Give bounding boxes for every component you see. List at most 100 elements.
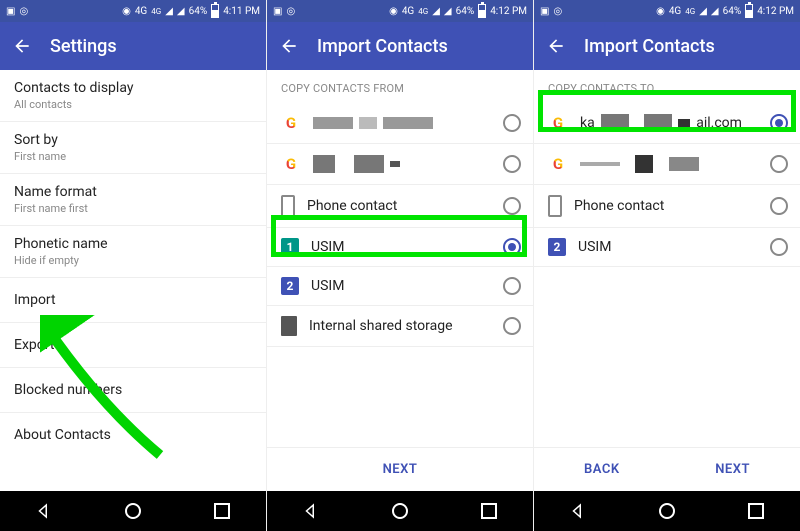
sim-icon: 1: [281, 238, 299, 256]
status-bar: ▣ ◎ ◉ 4G 4G ◢ ◢ 64% 4:12 PM: [534, 0, 800, 22]
phone-screen-1: ▣ ◎ ◉ 4G 4G ◢ ◢ 64% 4:11 PM Set: [0, 0, 266, 531]
nav-bar: [0, 491, 266, 531]
battery-icon: [478, 4, 486, 18]
option-label: Internal shared storage: [309, 318, 491, 334]
phone-screen-3: ▣ ◎ ◉ 4G 4G ◢ ◢ 64% 4:12 PM Imp: [533, 0, 800, 531]
option-label: [580, 155, 758, 173]
phone-icon: [281, 195, 295, 217]
radio-icon[interactable]: [770, 197, 788, 215]
option-label: USIM: [578, 239, 758, 255]
back-icon[interactable]: [12, 36, 32, 56]
picture-icon: ▣: [273, 6, 282, 17]
battery-icon: [745, 4, 753, 18]
signal-icon: ◢: [165, 6, 173, 17]
settings-row-export[interactable]: Export: [0, 323, 266, 368]
radio-icon[interactable]: [503, 114, 521, 132]
back-icon[interactable]: [546, 36, 566, 56]
clock: 4:12 PM: [490, 6, 527, 17]
radio-icon[interactable]: [503, 317, 521, 335]
phone-screen-2: ▣ ◎ ◉ 4G 4G ◢ ◢ 64% 4:12 PM Imp: [266, 0, 533, 531]
status-bar: ▣ ◎ ◉ 4G 4G ◢ ◢ 64% 4:11 PM: [0, 0, 266, 22]
page-title: Import Contacts: [317, 36, 448, 57]
phone-icon: [548, 195, 562, 217]
radio-icon[interactable]: [503, 238, 521, 256]
picture-icon: ▣: [6, 6, 15, 17]
option-phone-contact[interactable]: Phone contact: [267, 185, 533, 228]
section-header: COPY CONTACTS TO: [534, 70, 800, 103]
network-label: 4G: [402, 6, 414, 17]
app-bar: Import Contacts: [267, 22, 533, 70]
nav-back-icon[interactable]: [567, 500, 589, 522]
nav-home-icon[interactable]: [389, 500, 411, 522]
settings-row-phonetic-name[interactable]: Phonetic name Hide if empty: [0, 226, 266, 278]
picture-icon: ▣: [540, 6, 549, 17]
next-button[interactable]: NEXT: [695, 452, 770, 487]
option-internal-storage[interactable]: Internal shared storage: [267, 306, 533, 347]
clock: 4:12 PM: [757, 6, 794, 17]
nav-recent-icon[interactable]: [211, 500, 233, 522]
nav-home-icon[interactable]: [122, 500, 144, 522]
battery-percent: 64%: [723, 6, 742, 17]
option-label: [313, 117, 491, 129]
option-google-account-2[interactable]: G: [267, 144, 533, 185]
hd-label: 4G: [151, 7, 161, 16]
option-google-account-1[interactable]: G ka ail.com: [534, 103, 800, 144]
radio-icon[interactable]: [770, 155, 788, 173]
settings-row-contacts-display[interactable]: Contacts to display All contacts: [0, 70, 266, 122]
network-label: 4G: [135, 6, 147, 17]
back-icon[interactable]: [279, 36, 299, 56]
bottom-bar: BACK NEXT: [534, 447, 800, 491]
nav-recent-icon[interactable]: [745, 500, 767, 522]
app-icon: ◎: [553, 6, 562, 17]
hotspot-icon: ◉: [122, 6, 131, 17]
option-label: [313, 155, 491, 173]
nav-home-icon[interactable]: [656, 500, 678, 522]
radio-icon[interactable]: [770, 114, 788, 132]
app-bar: Settings: [0, 22, 266, 70]
option-google-account-2[interactable]: G: [534, 144, 800, 185]
app-icon: ◎: [19, 6, 28, 17]
option-label: ka ail.com: [580, 114, 758, 132]
settings-row-name-format[interactable]: Name format First name first: [0, 174, 266, 226]
option-usim-2[interactable]: 2 USIM: [267, 267, 533, 306]
option-phone-contact[interactable]: Phone contact: [534, 185, 800, 228]
signal-icon: ◢: [444, 6, 452, 17]
radio-icon[interactable]: [503, 155, 521, 173]
option-google-account-1[interactable]: G: [267, 103, 533, 144]
option-label: Phone contact: [307, 198, 491, 214]
battery-percent: 64%: [189, 6, 208, 17]
google-icon: G: [548, 154, 568, 174]
option-label: Phone contact: [574, 198, 758, 214]
back-button[interactable]: BACK: [564, 452, 640, 487]
signal-icon: ◢: [177, 6, 185, 17]
hd-label: 4G: [685, 7, 695, 16]
google-icon: G: [281, 154, 301, 174]
page-title: Settings: [50, 36, 117, 57]
nav-bar: [534, 491, 800, 531]
network-label: 4G: [669, 6, 681, 17]
settings-row-blocked-numbers[interactable]: Blocked numbers: [0, 368, 266, 413]
app-bar: Import Contacts: [534, 22, 800, 70]
option-label: USIM: [311, 239, 491, 255]
signal-icon: ◢: [699, 6, 707, 17]
settings-row-sort-by[interactable]: Sort by First name: [0, 122, 266, 174]
radio-icon[interactable]: [503, 197, 521, 215]
nav-bar: [267, 491, 533, 531]
section-header: COPY CONTACTS FROM: [267, 70, 533, 103]
settings-row-import[interactable]: Import: [0, 278, 266, 323]
hotspot-icon: ◉: [389, 6, 398, 17]
settings-row-about-contacts[interactable]: About Contacts: [0, 413, 266, 457]
nav-back-icon[interactable]: [300, 500, 322, 522]
radio-icon[interactable]: [770, 238, 788, 256]
radio-icon[interactable]: [503, 277, 521, 295]
option-usim[interactable]: 2 USIM: [534, 228, 800, 267]
sim-icon: 2: [548, 238, 566, 256]
option-usim-1[interactable]: 1 USIM: [267, 228, 533, 267]
hotspot-icon: ◉: [656, 6, 665, 17]
battery-icon: [211, 4, 219, 18]
nav-back-icon[interactable]: [33, 500, 55, 522]
sim-icon: 2: [281, 277, 299, 295]
next-button[interactable]: NEXT: [363, 452, 438, 487]
nav-recent-icon[interactable]: [478, 500, 500, 522]
signal-icon: ◢: [711, 6, 719, 17]
